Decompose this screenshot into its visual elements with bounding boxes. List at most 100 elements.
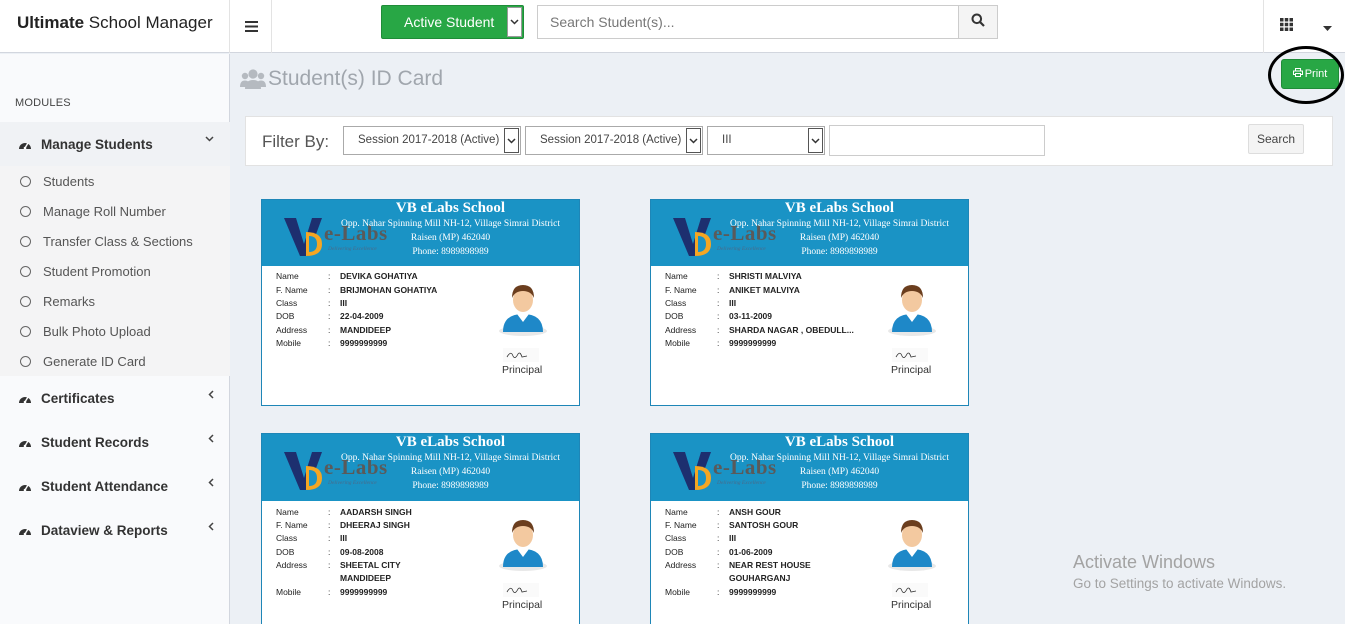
- print-button[interactable]: Print: [1281, 59, 1339, 89]
- circle-icon: [20, 175, 31, 187]
- chevron-left-icon: [208, 390, 214, 399]
- filter-search-button[interactable]: Search: [1248, 124, 1304, 154]
- class-row: Class: III: [665, 533, 737, 543]
- sidebar-item-certificates[interactable]: Certificates: [0, 376, 230, 420]
- filter-label: Filter By:: [262, 132, 330, 151]
- class-row: Class: III: [665, 298, 737, 308]
- id-card-header: e-Labs Delivering Excellence VB eLabs Sc…: [262, 434, 579, 501]
- signature-icon: [892, 583, 928, 597]
- school-address: Opp. Nahar Spinning Mill NH-12, Village …: [729, 219, 950, 257]
- father-name-row: F. Name: DHEERAJ SINGH: [276, 520, 410, 530]
- sidebar-subitem-remarks[interactable]: Remarks: [0, 286, 230, 316]
- signature-icon: [503, 583, 539, 597]
- activate-windows-watermark: Activate Windows Go to Settings to activ…: [1073, 552, 1287, 591]
- class-row: Class: III: [276, 298, 348, 308]
- student-name-row: Name: AADARSH SINGH: [276, 507, 412, 517]
- student-search-input[interactable]: [537, 5, 959, 39]
- search-button[interactable]: [958, 5, 998, 39]
- dob-row: DOB:01-06-2009: [665, 547, 773, 557]
- mobile-row: Mobile:9999999999: [665, 587, 777, 597]
- principal-label: Principal: [502, 599, 543, 611]
- address-row: Address: MANDIDEEP: [276, 325, 392, 335]
- school-address: Opp. Nahar Spinning Mill NH-12, Village …: [340, 219, 561, 257]
- chevron-down-icon: [808, 128, 823, 153]
- sidebar-subitem-generate-id-card[interactable]: Generate ID Card: [0, 346, 230, 376]
- sidebar-item-student-records[interactable]: Student Records: [0, 420, 230, 464]
- chevron-down-icon: [205, 136, 214, 142]
- circle-icon: [20, 295, 31, 307]
- class-select[interactable]: III: [707, 126, 825, 155]
- menu-toggle-button[interactable]: [231, 0, 272, 53]
- grid-icon: [1279, 17, 1293, 36]
- chevron-left-icon: [208, 478, 214, 487]
- users-icon: [240, 68, 266, 90]
- principal-label: Principal: [891, 599, 932, 611]
- student-name-row: Name: ANSH GOUR: [665, 507, 781, 517]
- sidebar-subitem-bulk-photo-upload[interactable]: Bulk Photo Upload: [0, 316, 230, 346]
- address-row: Address: NEAR REST HOUSE GOUHARGANJ: [665, 560, 811, 583]
- menu-icon: [244, 21, 258, 32]
- filter-panel: Filter By: Session 2017-2018 (Active) Se…: [245, 116, 1333, 166]
- principal-label: Principal: [502, 364, 543, 376]
- sidebar-subitem-manage-roll-number[interactable]: Manage Roll Number: [0, 196, 230, 226]
- print-icon: [1292, 68, 1305, 80]
- chevron-down-icon: [686, 128, 701, 153]
- circle-icon: [20, 205, 31, 217]
- sidebar-item-manage-students[interactable]: Manage Students: [0, 122, 230, 166]
- dob-row: DOB:22-04-2009: [276, 311, 384, 321]
- mobile-row: Mobile:9999999999: [665, 338, 777, 348]
- school-name: VB eLabs School: [395, 200, 506, 216]
- address-row: Address: SHARDA NAGAR , OBEDULL...: [665, 325, 854, 335]
- class-row: Class: III: [276, 533, 348, 543]
- sidebar-item-dataview-reports[interactable]: Dataview & Reports: [0, 508, 230, 552]
- signature-icon: [503, 348, 539, 362]
- chevron-left-icon: [208, 522, 214, 531]
- sidebar-subitem-student-promotion[interactable]: Student Promotion: [0, 256, 230, 286]
- mobile-row: Mobile:9999999999: [276, 338, 388, 348]
- id-card: e-Labs Delivering Excellence VB eLabs Sc…: [261, 199, 580, 406]
- father-name-row: F. Name: ANIKET MALVIYA: [665, 285, 800, 295]
- chevron-down-icon: [507, 7, 522, 37]
- dashboard-icon: [18, 436, 32, 449]
- session-select-1[interactable]: Session 2017-2018 (Active): [343, 126, 521, 155]
- modules-header: MODULES: [15, 97, 71, 109]
- id-card-header: e-Labs Delivering Excellence VB eLabs Sc…: [651, 434, 968, 501]
- id-card: e-Labs Delivering Excellence VB eLabs Sc…: [650, 433, 969, 624]
- apps-grid-button[interactable]: [1263, 0, 1308, 53]
- id-card: e-Labs Delivering Excellence VB eLabs Sc…: [650, 199, 969, 406]
- chevron-left-icon: [208, 434, 214, 443]
- sidebar-subitem-students[interactable]: Students: [0, 166, 230, 196]
- chevron-down-icon: [504, 128, 519, 153]
- page-title: Student(s) ID Card: [240, 64, 443, 94]
- school-address: Opp. Nahar Spinning Mill NH-12, Village …: [340, 453, 561, 491]
- student-avatar-icon: [493, 511, 553, 571]
- dashboard-icon: [18, 392, 32, 405]
- address-row: Address: SHEETAL CITY MANDIDEEP: [276, 560, 401, 583]
- student-avatar-icon: [882, 276, 942, 336]
- dob-row: DOB:09-08-2008: [276, 547, 384, 557]
- app-brand[interactable]: Ultimate School Manager: [0, 0, 230, 53]
- circle-icon: [20, 265, 31, 277]
- father-name-row: F. Name: BRIJMOHAN GOHATIYA: [276, 285, 438, 295]
- mobile-row: Mobile:9999999999: [276, 587, 388, 597]
- user-menu-toggle[interactable]: [1310, 0, 1345, 53]
- sidebar-item-student-attendance[interactable]: Student Attendance: [0, 464, 230, 508]
- student-status-select[interactable]: Active Student: [381, 5, 524, 39]
- dob-row: DOB:03-11-2009: [665, 311, 773, 321]
- sidebar: MODULES Manage Students Students Manage …: [0, 54, 230, 624]
- school-name: VB eLabs School: [784, 434, 895, 450]
- session-select-2[interactable]: Session 2017-2018 (Active): [525, 126, 703, 155]
- principal-label: Principal: [891, 364, 932, 376]
- student-name-row: Name: DEVIKA GOHATIYA: [276, 271, 418, 281]
- id-card: e-Labs Delivering Excellence VB eLabs Sc…: [261, 433, 580, 624]
- circle-icon: [20, 235, 31, 247]
- student-avatar-icon: [493, 276, 553, 336]
- sidebar-subitem-transfer-class[interactable]: Transfer Class & Sections: [0, 226, 230, 256]
- school-address: Opp. Nahar Spinning Mill NH-12, Village …: [729, 453, 950, 491]
- school-name: VB eLabs School: [784, 200, 895, 216]
- signature-icon: [892, 348, 928, 362]
- id-card-header: e-Labs Delivering Excellence VB eLabs Sc…: [651, 200, 968, 266]
- circle-icon: [20, 355, 31, 367]
- student-avatar-icon: [882, 511, 942, 571]
- filter-text-input[interactable]: [829, 125, 1045, 156]
